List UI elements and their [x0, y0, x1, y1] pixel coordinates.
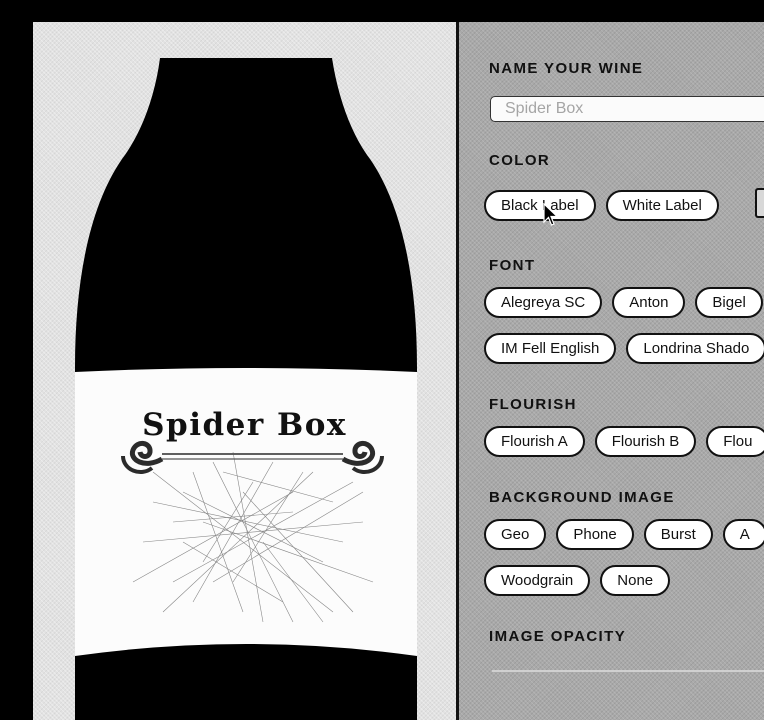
label-title: Spider Box	[142, 407, 347, 443]
font-section-title: FONT	[489, 257, 536, 274]
color-white-label-button[interactable]: White Label	[605, 190, 719, 221]
flourish-c-button[interactable]: Flou	[706, 426, 764, 457]
background-a-button[interactable]: A	[722, 519, 764, 550]
background-none-button[interactable]: None	[600, 565, 671, 596]
background-geo-button[interactable]: Geo	[484, 519, 547, 550]
font-options-row-1: Alegreya SC Anton Bigel	[484, 287, 763, 318]
color-black-label-button[interactable]: Black Label	[484, 190, 596, 221]
font-anton-button[interactable]: Anton	[612, 287, 686, 318]
flourish-options: Flourish A Flourish B Flou	[484, 426, 764, 457]
image-opacity-slider[interactable]	[492, 670, 764, 672]
wine-bottle	[75, 58, 417, 720]
font-alegreya-sc-button[interactable]: Alegreya SC	[484, 287, 603, 318]
font-bigel-button[interactable]: Bigel	[695, 287, 763, 318]
flourish-section-title: FLOURISH	[489, 396, 577, 413]
image-opacity-section-title: IMAGE OPACITY	[489, 628, 627, 645]
color-section-title: COLOR	[489, 152, 551, 169]
mouse-pointer-icon	[543, 203, 559, 226]
background-options-row-2: Woodgrain None	[484, 565, 671, 596]
font-options-row-2: IM Fell English Londrina Shado	[484, 333, 764, 364]
flourish-b-button[interactable]: Flourish B	[594, 426, 697, 457]
background-image-section-title: BACKGROUND IMAGE	[489, 489, 675, 506]
background-options-row-1: Geo Phone Burst A	[484, 519, 764, 550]
wine-name-input[interactable]	[490, 96, 764, 122]
color-options: Black Label White Label	[484, 190, 719, 221]
background-woodgrain-button[interactable]: Woodgrain	[484, 565, 591, 596]
font-im-fell-english-button[interactable]: IM Fell English	[484, 333, 617, 364]
label-preview: Spider Box	[33, 22, 456, 720]
background-burst-button[interactable]: Burst	[643, 519, 713, 550]
customizer-panel: NAME YOUR WINE COLOR Black Label White L…	[459, 22, 764, 720]
background-phone-button[interactable]: Phone	[556, 519, 634, 550]
name-section-title: NAME YOUR WINE	[489, 60, 644, 77]
color-swatch[interactable]	[755, 188, 764, 218]
font-londrina-shadow-button[interactable]: Londrina Shado	[626, 333, 764, 364]
flourish-a-button[interactable]: Flourish A	[484, 426, 585, 457]
